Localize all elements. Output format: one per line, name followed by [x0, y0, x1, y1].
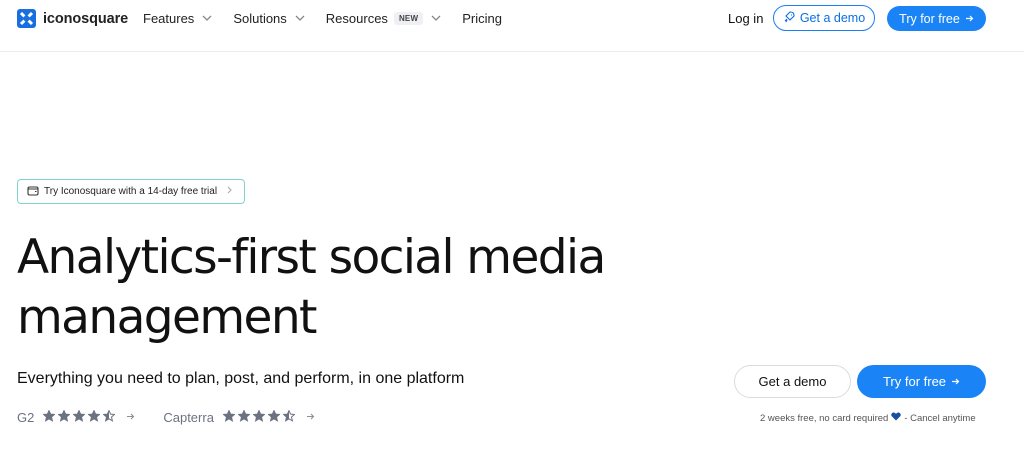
- header-try-free-button[interactable]: Try for free: [887, 6, 986, 31]
- new-badge: NEW: [393, 11, 424, 25]
- rating-g2[interactable]: G2: [17, 409, 135, 425]
- nav-pricing[interactable]: Pricing: [462, 11, 502, 26]
- star-icon: [222, 409, 236, 425]
- rating-capterra-name: Capterra: [163, 410, 214, 425]
- star-rating: [42, 409, 116, 425]
- star-icon: [87, 409, 101, 425]
- trial-note-right: - Cancel anytime: [904, 412, 976, 424]
- nav-resources[interactable]: Resources NEW: [326, 11, 441, 26]
- arrow-right-icon: [965, 12, 974, 26]
- main-nav: Features Solutions Resources NEW Pricing: [143, 10, 523, 26]
- hero-subtitle: Everything you need to plan, post, and p…: [17, 370, 465, 387]
- logo[interactable]: iconosquare: [17, 9, 128, 28]
- nav-solutions-label: Solutions: [233, 10, 287, 26]
- chevron-down-icon: [295, 15, 305, 21]
- hero-title-line-1: Analytics-first social media: [17, 230, 606, 285]
- login-link[interactable]: Log in: [728, 11, 763, 26]
- iconosquare-logo-icon: [17, 9, 36, 28]
- arrow-right-icon: [126, 412, 135, 424]
- header-get-demo-label: Get a demo: [799, 11, 866, 25]
- free-trial-text: Try Iconosquare with a 14-day free trial: [44, 186, 218, 197]
- arrow-right-icon: [951, 374, 960, 389]
- ratings-row: G2 Capterra: [17, 409, 343, 425]
- trial-note-left: 2 weeks free, no card required: [760, 412, 889, 424]
- chevron-right-icon: [227, 186, 232, 197]
- nav-pricing-label: Pricing: [462, 10, 502, 26]
- header-try-free-label: Try for free: [899, 11, 960, 26]
- heart-icon: [891, 412, 902, 424]
- arrow-right-icon: [306, 412, 315, 424]
- header-get-demo-button[interactable]: Get a demo: [773, 5, 875, 31]
- star-icon: [42, 409, 56, 425]
- star-icon: [57, 409, 71, 425]
- wallet-icon: [27, 185, 39, 199]
- nav-features[interactable]: Features: [143, 11, 212, 26]
- trial-note: 2 weeks free, no card required - Cancel …: [760, 412, 976, 424]
- nav-features-label: Features: [143, 10, 195, 26]
- star-icon: [252, 409, 266, 425]
- logo-text: iconosquare: [43, 10, 129, 27]
- chevron-down-icon: [202, 15, 212, 21]
- free-trial-badge[interactable]: Try Iconosquare with a 14-day free trial: [17, 179, 246, 204]
- hero-title: Analytics-first social media management: [17, 228, 717, 348]
- hero-get-demo-button[interactable]: Get a demo: [734, 365, 851, 398]
- hero-try-free-button[interactable]: Try for free: [857, 365, 986, 398]
- star-icon: [282, 409, 296, 425]
- nav-solutions[interactable]: Solutions: [233, 10, 305, 26]
- star-icon: [72, 409, 86, 425]
- hero-get-demo-label: Get a demo: [758, 374, 827, 389]
- hero-try-free-label: Try for free: [882, 374, 947, 389]
- rating-g2-name: G2: [17, 410, 35, 425]
- hero-title-line-2: management: [17, 290, 317, 345]
- nav-resources-label: Resources: [325, 10, 388, 26]
- star-icon: [102, 409, 116, 425]
- chevron-down-icon: [431, 15, 441, 21]
- star-icon: [237, 409, 251, 425]
- rocket-icon: [783, 10, 795, 26]
- top-navigation-bar: iconosquare Features Solutions Resources…: [0, 0, 1024, 52]
- star-icon: [267, 409, 281, 425]
- rating-capterra[interactable]: Capterra: [163, 409, 315, 425]
- star-rating: [222, 409, 296, 425]
